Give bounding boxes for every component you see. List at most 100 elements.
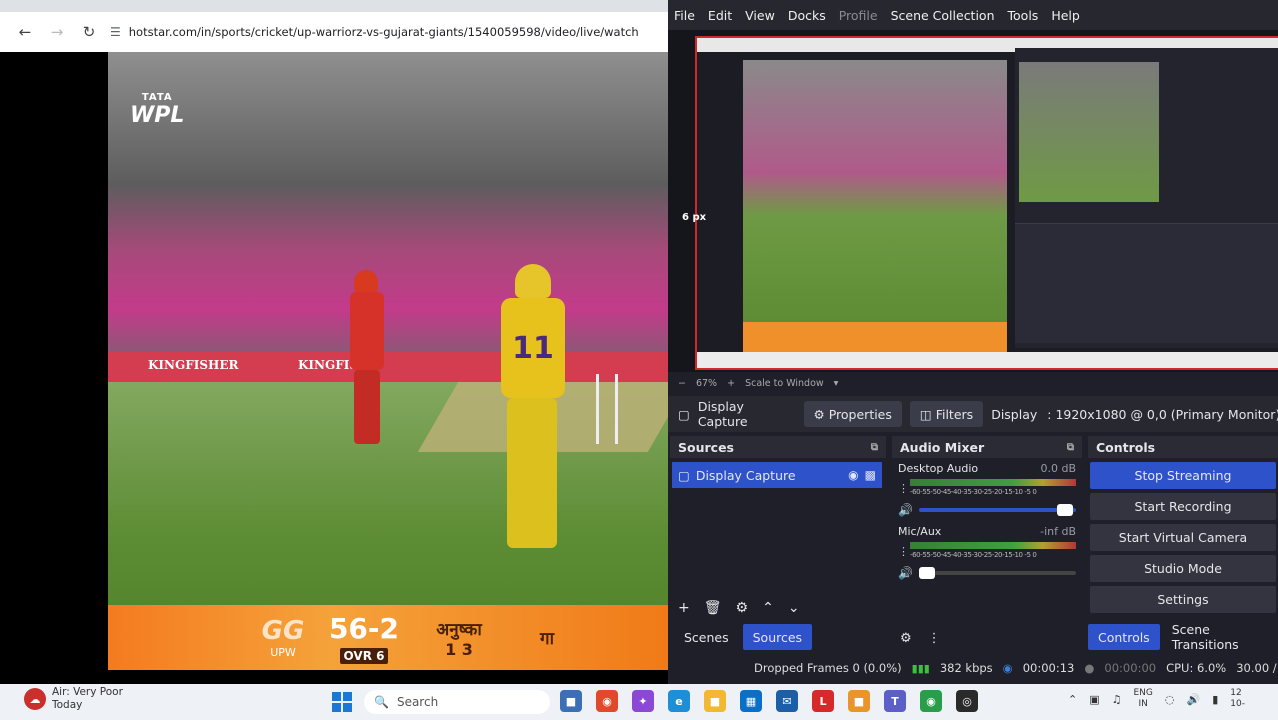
batter-runs: 1 3 xyxy=(445,639,473,659)
copilot-icon[interactable]: ✦ xyxy=(632,690,654,712)
properties-button[interactable]: ⚙ Properties xyxy=(803,401,902,427)
selected-source-name: Display Capture xyxy=(697,399,748,429)
speaker-icon[interactable]: 🔊 xyxy=(898,503,913,517)
menu-edit[interactable]: Edit xyxy=(708,8,732,23)
chevron-down-icon[interactable]: ▾ xyxy=(834,378,839,389)
stream-time: 00:00:13 xyxy=(1022,661,1075,675)
record-icon: ● xyxy=(1084,661,1095,675)
tab-scene-transitions[interactable]: Scene Transitions xyxy=(1162,622,1278,652)
gear-icon[interactable]: ⚙ xyxy=(736,600,749,616)
obs-menubar: File Edit View Docks Profile Scene Colle… xyxy=(668,0,1278,30)
kebab-menu-icon[interactable]: ⋮ xyxy=(928,631,941,646)
clock[interactable]: 12 10- xyxy=(1230,688,1245,710)
tab-scenes[interactable]: Scenes xyxy=(674,624,739,650)
zoom-in-icon[interactable]: + xyxy=(727,378,735,389)
obs-icon[interactable]: ◎ xyxy=(956,690,978,712)
move-down-icon[interactable]: ⌄ xyxy=(788,600,800,616)
source-selection-border[interactable] xyxy=(695,36,1278,370)
kebab-menu-icon[interactable]: ⋮ xyxy=(898,482,909,495)
undock-icon[interactable]: ⧉ xyxy=(871,442,878,453)
start-virtual-camera-button[interactable]: Start Virtual Camera xyxy=(1090,524,1276,551)
menu-docks[interactable]: Docks xyxy=(788,8,826,23)
obs-preview[interactable]: 6 px xyxy=(668,30,1278,372)
advanced-audio-icon[interactable]: ⚙ xyxy=(900,631,912,646)
visibility-eye-icon[interactable]: ◉ xyxy=(848,468,858,482)
speaker-icon[interactable]: 🔊 xyxy=(898,566,913,580)
sources-toolbar: + 🗑 ⚙ ⌃ ⌄ xyxy=(670,600,886,616)
sources-title: Sources xyxy=(678,439,734,455)
stop-streaming-button[interactable]: Stop Streaming xyxy=(1090,462,1276,489)
teams-icon[interactable]: T xyxy=(884,690,906,712)
tab-sources[interactable]: Sources xyxy=(742,624,813,650)
team-name: GG xyxy=(261,616,305,646)
filters-button[interactable]: ◫ Filters xyxy=(909,401,984,427)
url-text[interactable]: hotstar.com/in/sports/cricket/up-warrior… xyxy=(129,25,639,39)
controls-tabs: Controls Scene Transitions xyxy=(1088,622,1278,652)
app-l-icon[interactable]: L xyxy=(812,690,834,712)
microphone-icon[interactable]: ♫ xyxy=(1112,693,1122,706)
batter-name: अनुष्का xyxy=(436,619,482,640)
move-up-icon[interactable]: ⌃ xyxy=(762,600,774,616)
trash-icon[interactable]: 🗑 xyxy=(704,600,722,616)
network-app-icon[interactable]: ▣ xyxy=(1089,693,1099,706)
browser-window: ← → ↻ ☰ hotstar.com/in/sports/cricket/up… xyxy=(0,0,668,684)
batter-block: अनुष्का 1 3 xyxy=(424,617,494,659)
tab-controls[interactable]: Controls xyxy=(1088,624,1160,650)
lock-icon[interactable]: ▩ xyxy=(865,468,876,482)
menu-view[interactable]: View xyxy=(745,8,775,23)
stream-icon: ◉ xyxy=(1002,661,1013,675)
volume-slider[interactable] xyxy=(918,567,1076,579)
wifi-icon[interactable]: ◌ xyxy=(1165,693,1175,706)
system-tray: ⌃ ▣ ♫ ENG IN ◌ 🔊 ▮ 12 10- xyxy=(1068,688,1245,710)
address-bar[interactable]: ☰ hotstar.com/in/sports/cricket/up-warri… xyxy=(110,18,662,46)
battery-icon[interactable]: ▮ xyxy=(1212,693,1218,706)
kebab-menu-icon[interactable]: ⋮ xyxy=(898,545,909,558)
logo-top-text: TATA xyxy=(141,92,173,103)
chevron-up-icon[interactable]: ⌃ xyxy=(1068,693,1077,706)
folder-icon[interactable]: ■ xyxy=(704,690,726,712)
channel-db: -inf dB xyxy=(1040,525,1076,538)
chrome-icon[interactable]: ◉ xyxy=(920,690,942,712)
edge-icon[interactable]: e xyxy=(668,690,690,712)
start-recording-button[interactable]: Start Recording xyxy=(1090,493,1276,520)
mixer-header: Audio Mixer ⧉ xyxy=(892,436,1082,458)
menu-file[interactable]: File xyxy=(674,8,695,23)
bitrate: 382 kbps xyxy=(939,661,993,675)
app-game-icon[interactable]: ■ xyxy=(848,690,870,712)
browser-tab-strip xyxy=(0,0,668,12)
reload-icon[interactable]: ↻ xyxy=(78,21,100,43)
live-video-player[interactable]: KINGFISHER KINGFIS TATA WPL 11 GG UPW 56… xyxy=(108,52,668,670)
menu-help[interactable]: Help xyxy=(1051,8,1080,23)
file-explorer-icon[interactable]: ■ xyxy=(560,690,582,712)
forward-icon[interactable]: → xyxy=(46,21,68,43)
back-icon[interactable]: ← xyxy=(14,21,36,43)
menu-profile[interactable]: Profile xyxy=(839,8,878,23)
language-indicator[interactable]: ENG IN xyxy=(1134,688,1153,710)
volume-icon[interactable]: 🔊 xyxy=(1187,693,1201,706)
scale-mode[interactable]: Scale to Window xyxy=(745,378,824,389)
settings-button[interactable]: Settings xyxy=(1090,586,1276,613)
studio-mode-button[interactable]: Studio Mode xyxy=(1090,555,1276,582)
preview-distance-label: 6 px xyxy=(682,212,707,223)
outlook-icon[interactable]: ✉ xyxy=(776,690,798,712)
score-block: 56-2 OVR 6 xyxy=(318,612,410,664)
sources-header: Sources ⧉ xyxy=(670,436,886,458)
search-placeholder: Search xyxy=(396,695,439,709)
preview-zoom-row: − 67% + Scale to Window ▾ xyxy=(668,372,1278,394)
pinned-apps: ■ ◉ ✦ e ■ ▦ ✉ L ■ T ◉ ◎ xyxy=(560,690,978,712)
zoom-out-icon[interactable]: − xyxy=(678,378,686,389)
channel-db: 0.0 dB xyxy=(1040,462,1076,475)
undock-icon[interactable]: ⧉ xyxy=(1067,442,1074,453)
add-icon[interactable]: + xyxy=(678,600,690,616)
menu-scene-collection[interactable]: Scene Collection xyxy=(891,8,995,23)
weather-widget[interactable]: ☁ Air: Very Poor Today xyxy=(24,686,123,712)
paint-icon[interactable]: ◉ xyxy=(596,690,618,712)
menu-tools[interactable]: Tools xyxy=(1008,8,1039,23)
display-select[interactable]: : 1920x1080 @ 0,0 (Primary Monitor) xyxy=(1047,407,1278,422)
volume-slider[interactable] xyxy=(918,504,1076,516)
site-info-icon[interactable]: ☰ xyxy=(110,25,121,39)
store-icon[interactable]: ▦ xyxy=(740,690,762,712)
windows-start-icon[interactable] xyxy=(332,692,352,712)
source-item-display-capture[interactable]: ▢ Display Capture ◉ ▩ xyxy=(672,462,882,488)
taskbar-search[interactable]: 🔍 Search xyxy=(364,690,550,714)
